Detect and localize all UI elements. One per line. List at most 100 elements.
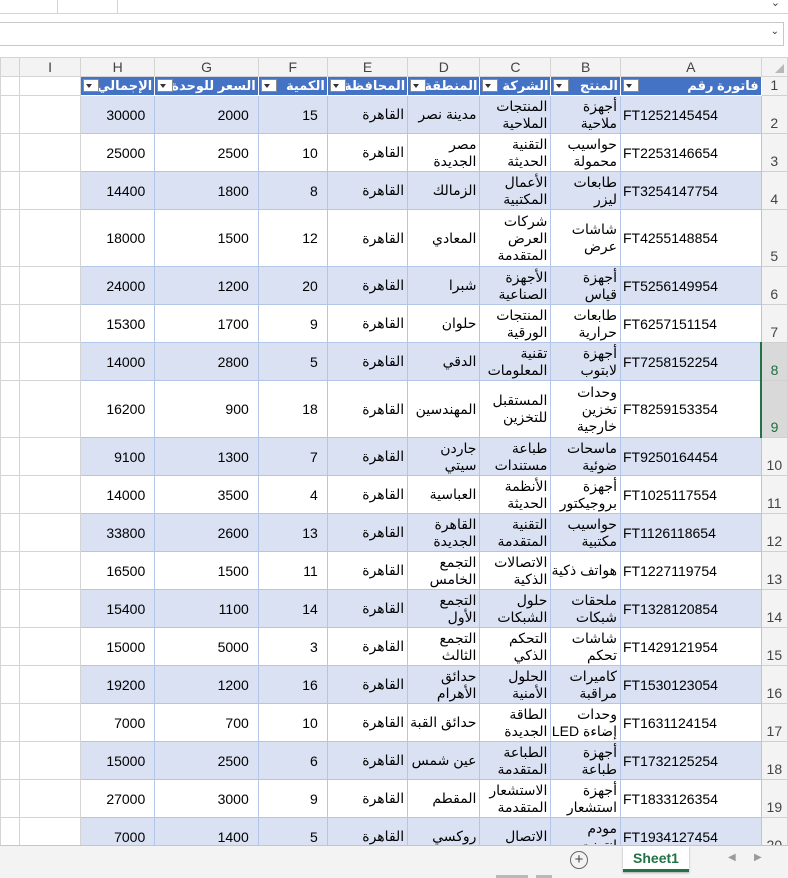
cell-g[interactable]: 2500: [154, 741, 259, 780]
cell-g[interactable]: 1700: [154, 304, 259, 343]
cell-e[interactable]: القاهرة: [326, 133, 409, 172]
cell-g[interactable]: 2000: [154, 95, 259, 134]
cell-e[interactable]: القاهرة: [326, 95, 409, 134]
cell-i[interactable]: [18, 817, 82, 845]
table-header-f[interactable]: الكمية: [257, 76, 328, 96]
cell-blank[interactable]: [0, 627, 20, 666]
cell-blank[interactable]: [0, 589, 20, 628]
cell-blank[interactable]: [0, 703, 20, 742]
cell-i[interactable]: [18, 209, 82, 267]
cell-b[interactable]: وحدات تخزين خارجية: [550, 380, 621, 438]
cell-blank[interactable]: [0, 266, 20, 305]
cell-e[interactable]: القاهرة: [326, 665, 409, 704]
cell-h[interactable]: 24000: [80, 266, 156, 305]
table-row[interactable]: 16200 900 18 القاهرة المهندسين المستقبل للتخز…: [0, 380, 788, 438]
cell-i[interactable]: [18, 551, 82, 590]
column-header-c[interactable]: C: [479, 57, 552, 77]
cell-g[interactable]: 1400: [154, 817, 259, 845]
cell-a[interactable]: FT7258152254: [619, 342, 762, 381]
cell-b[interactable]: حواسيب مكتبية: [550, 513, 621, 552]
cell-b[interactable]: أجهزة بروجيكتور: [550, 475, 621, 514]
cell-b[interactable]: شاشات تحكم: [550, 627, 621, 666]
cell-d[interactable]: روكسي: [407, 817, 481, 845]
row-header[interactable]: 11: [760, 475, 788, 514]
cell-g[interactable]: 1100: [154, 589, 259, 628]
table-header-e[interactable]: المحافظة: [326, 76, 409, 96]
cell-e[interactable]: القاهرة: [326, 513, 409, 552]
cell-h[interactable]: 14000: [80, 342, 156, 381]
cell-g[interactable]: 2500: [154, 133, 259, 172]
worksheet-grid[interactable]: I H G F E D C B A الإجمالي السعر للوحدة الكمية المحا…: [0, 57, 788, 845]
cell-g[interactable]: 1800: [154, 171, 259, 210]
table-header-g[interactable]: السعر للوحدة: [154, 76, 259, 96]
cell-c[interactable]: الحلول الأمنية: [479, 665, 552, 704]
cell-a[interactable]: FT1631124154: [619, 703, 762, 742]
expand-formula-bar-icon[interactable]: ⌄: [771, 26, 779, 37]
cell-f[interactable]: 5: [257, 342, 328, 381]
cell-f[interactable]: 16: [257, 665, 328, 704]
cell-c[interactable]: المنتجات الورقية: [479, 304, 552, 343]
filter-dropdown-icon[interactable]: [622, 79, 639, 92]
cell-i[interactable]: [18, 589, 82, 628]
cell-f[interactable]: 20: [257, 266, 328, 305]
cell-f[interactable]: 10: [257, 703, 328, 742]
table-row[interactable]: 15000 5000 3 القاهرة التجمع الثالث التحكم الذ…: [0, 627, 788, 666]
cell-h[interactable]: 30000: [80, 95, 156, 134]
cell-a[interactable]: FT9250164454: [619, 437, 762, 476]
cell-f[interactable]: 7: [257, 437, 328, 476]
cell-h[interactable]: 15000: [80, 741, 156, 780]
cell-d[interactable]: حدائق القبة: [407, 703, 481, 742]
table-row[interactable]: 15400 1100 14 القاهرة التجمع الأول حلول الشبك…: [0, 589, 788, 628]
scroll-tabs-left-icon[interactable]: ◀: [728, 852, 736, 863]
cell-g[interactable]: 1500: [154, 209, 259, 267]
table-row[interactable]: 14000 3500 4 القاهرة العباسية الأنظمة الحديثة…: [0, 475, 788, 514]
cell-i[interactable]: [18, 703, 82, 742]
cell-a[interactable]: FT1328120854: [619, 589, 762, 628]
cell-e[interactable]: القاهرة: [326, 304, 409, 343]
cell-a[interactable]: FT1934127454: [619, 817, 762, 845]
row-header[interactable]: 1: [760, 76, 788, 96]
cell-blank[interactable]: [0, 304, 20, 343]
cell-h[interactable]: 19200: [80, 665, 156, 704]
table-row[interactable]: 9100 1300 7 القاهرة جاردن سيتي طباعة مستندات م…: [0, 437, 788, 476]
cell-e[interactable]: القاهرة: [326, 817, 409, 845]
cell-h[interactable]: 16200: [80, 380, 156, 438]
cell-f[interactable]: 12: [257, 209, 328, 267]
cell-d[interactable]: العباسية: [407, 475, 481, 514]
cell-blank[interactable]: [0, 437, 20, 476]
spreadsheet-table[interactable]: I H G F E D C B A الإجمالي السعر للوحدة الكمية المحا…: [0, 57, 788, 845]
table-row[interactable]: 33800 2600 13 القاهرة القاهرة الجديدة التقنية…: [0, 513, 788, 552]
cell-c[interactable]: التقنية الحديثة: [479, 133, 552, 172]
cell-c[interactable]: الأجهزة الصناعية: [479, 266, 552, 305]
filter-dropdown-icon[interactable]: [329, 79, 346, 92]
cell-blank[interactable]: [0, 513, 20, 552]
cell-b[interactable]: طابعات ليزر: [550, 171, 621, 210]
table-row[interactable]: 15000 2500 6 القاهرة عين شمس الطباعة المتقدمة…: [0, 741, 788, 780]
table-row[interactable]: 25000 2500 10 القاهرة مصر الجديدة التقنية الح…: [0, 133, 788, 172]
cell-h[interactable]: 9100: [80, 437, 156, 476]
cell-b[interactable]: مودم إنترنت: [550, 817, 621, 845]
cell-blank[interactable]: [0, 551, 20, 590]
cell-blank[interactable]: [0, 779, 20, 818]
row-header[interactable]: 4: [760, 171, 788, 210]
cell-i[interactable]: [18, 380, 82, 438]
cell-c[interactable]: المستقبل للتخزين: [479, 380, 552, 438]
cell-g[interactable]: 3000: [154, 779, 259, 818]
cell-c[interactable]: تقنية المعلومات: [479, 342, 552, 381]
table-header-d[interactable]: المنطقة: [407, 76, 481, 96]
row-header[interactable]: 15: [760, 627, 788, 666]
cell-b[interactable]: ملحقات شبكات: [550, 589, 621, 628]
cell-c[interactable]: الاستشعار المتقدمة: [479, 779, 552, 818]
column-header-b[interactable]: B: [550, 57, 621, 77]
cell-blank[interactable]: [0, 95, 20, 134]
cell-e[interactable]: القاهرة: [326, 703, 409, 742]
cell-b[interactable]: أجهزة لابتوب: [550, 342, 621, 381]
column-header-g[interactable]: G: [154, 57, 259, 77]
cell-b[interactable]: ماسحات ضوئية: [550, 437, 621, 476]
cell-c[interactable]: الأعمال المكتبية: [479, 171, 552, 210]
cell-a[interactable]: FT2253146654: [619, 133, 762, 172]
row-header[interactable]: 16: [760, 665, 788, 704]
cell-a[interactable]: FT8259153354: [619, 380, 762, 438]
cell-c[interactable]: حلول الشبكات: [479, 589, 552, 628]
row-header[interactable]: 20: [760, 817, 788, 845]
